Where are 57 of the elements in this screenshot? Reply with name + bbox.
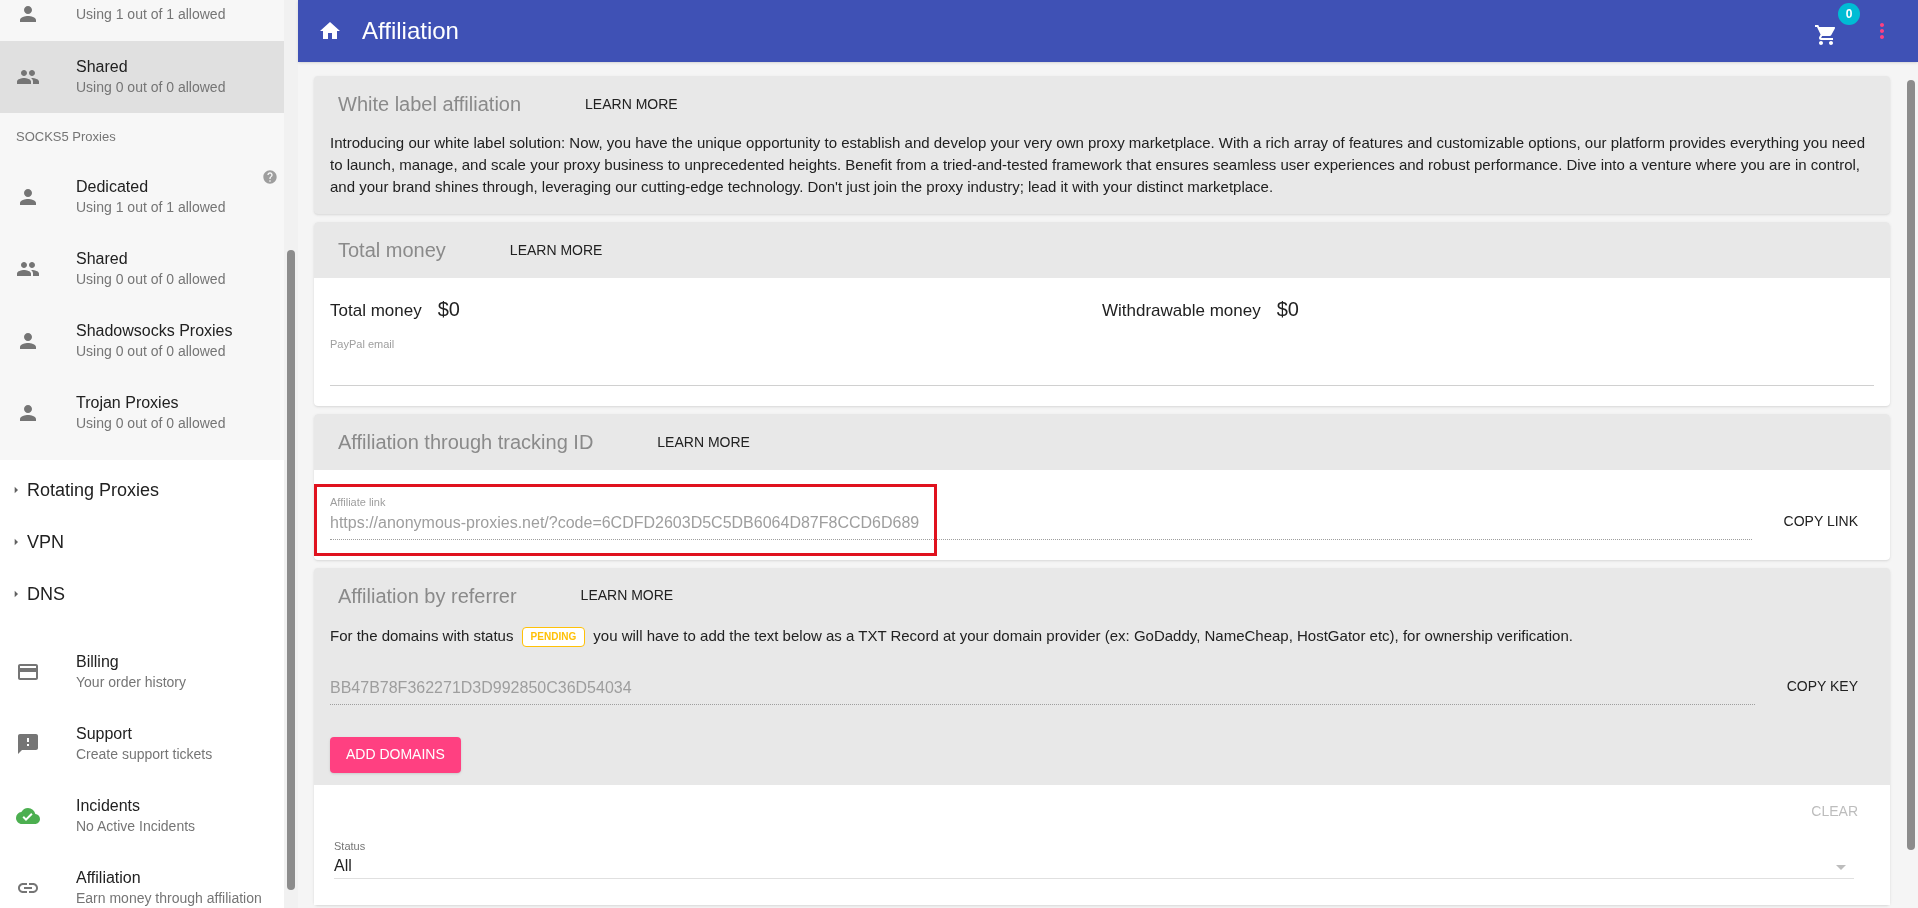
chat-alert-icon [16,732,40,756]
sidebar-group[interactable]: Rotating Proxies [0,464,284,516]
item-title: Billing [76,652,120,672]
sidebar-item[interactable]: Billing Your order history [0,636,284,708]
sidebar-group[interactable]: VPN [0,516,284,568]
sidebar-item[interactable]: Dedicated Using 1 out of 1 allowed [0,161,284,233]
card-title: White label affiliation [338,92,522,117]
item-subtitle: Earn money through affiliation [76,889,262,908]
learn-more-button[interactable]: LEARN MORE [649,427,758,457]
learn-more-button[interactable]: LEARN MORE [572,581,682,610]
item-title: Dedicated [76,177,150,197]
status-note: For the domains with status PENDING you will have to add the text below as a TXT Record at your domain provider (ex: GoDaddy, NameCheap, HostGator etc), for ownership verification. [314,623,1890,648]
stat-value: $0 [1276,297,1299,322]
item-title: Shared [76,57,129,77]
sidebar-item[interactable]: Shared Using 0 out of 0 allowed [0,233,284,305]
sidebar-scrollbar[interactable] [284,0,298,908]
section-heading: SOCKS5 Proxies [16,128,116,147]
sidebar-item[interactable]: Trojan Proxies Using 0 out of 0 allowed [0,377,284,449]
card-title: Affiliation by referrer [338,583,517,609]
item-subtitle: Your order history [76,673,186,692]
item-title: Affiliation [76,868,142,888]
item-subtitle: No Active Incidents [76,817,196,836]
sidebar-item[interactable]: Support Create support tickets [0,708,284,780]
item-subtitle: Using 1 out of 1 allowed [76,198,226,217]
item-subtitle: Using 0 out of 0 allowed [76,270,226,289]
sidebar-group[interactable]: DNS [0,568,284,620]
item-title: Incidents [76,796,142,816]
copy-key-button[interactable]: COPY KEY [1770,667,1874,705]
learn-more-button[interactable]: LEARN MORE [501,235,611,265]
cart-count-badge: 0 [1838,3,1860,25]
item-title: Shared [76,249,129,269]
sidebar-item[interactable]: Affiliation Earn money through affiliation [0,852,284,908]
sidebar-item[interactable]: Shared Using 0 out of 0 allowed [0,41,284,113]
sidebar-item[interactable]: Shadowsocks Proxies Using 0 out of 0 allowed [0,305,284,377]
pending-badge: PENDING [521,626,586,647]
item-subtitle: Create support tickets [76,745,213,764]
stat-label: Withdrawable money [1102,300,1261,322]
stat-label: Total money [330,300,422,322]
card-title: Affiliation through tracking ID [338,430,594,455]
cart-icon[interactable] [1814,23,1838,47]
item-subtitle: Using 0 out of 0 allowed [76,414,226,433]
sidebar-item[interactable]: Incidents No Active Incidents [0,780,284,852]
item-title: Shadowsocks Proxies [76,321,233,341]
item-title: Trojan Proxies [76,393,180,413]
learn-more-button[interactable]: LEARN MORE [577,89,686,119]
stat-value: $0 [437,297,460,322]
item-title: Support [76,724,134,744]
copy-link-button[interactable]: COPY LINK [1767,502,1874,540]
item-subtitle: Using 0 out of 0 allowed [76,78,226,97]
help-icon[interactable] [262,169,278,185]
dropdown-icon [1836,865,1846,870]
card-description: Introducing our white label solution: Now, you have the unique opportunity to establish and develop your very own proxy marketplace. With a rich array of features and customizable options, our platform provides everything you need to launch, manage, and scale your proxy business to unprecedented heights. Benefit from a tried-and-tested framework that ensures seamless user experiences and robust performance. Dive into a venture where you are in control, and your brand shines through, leveraging our cutting-edge technology. Don't just join the proxy industry; lead it with your distinct marketplace. [329,133,1867,197]
item-subtitle: Using 0 out of 0 allowed [76,342,227,361]
page-title: Affiliation [362,16,459,46]
card-title: Total money [338,238,446,263]
item-subtitle: Using 1 out of 1 allowed [76,4,226,24]
status-select[interactable]: Status All [334,837,1854,879]
